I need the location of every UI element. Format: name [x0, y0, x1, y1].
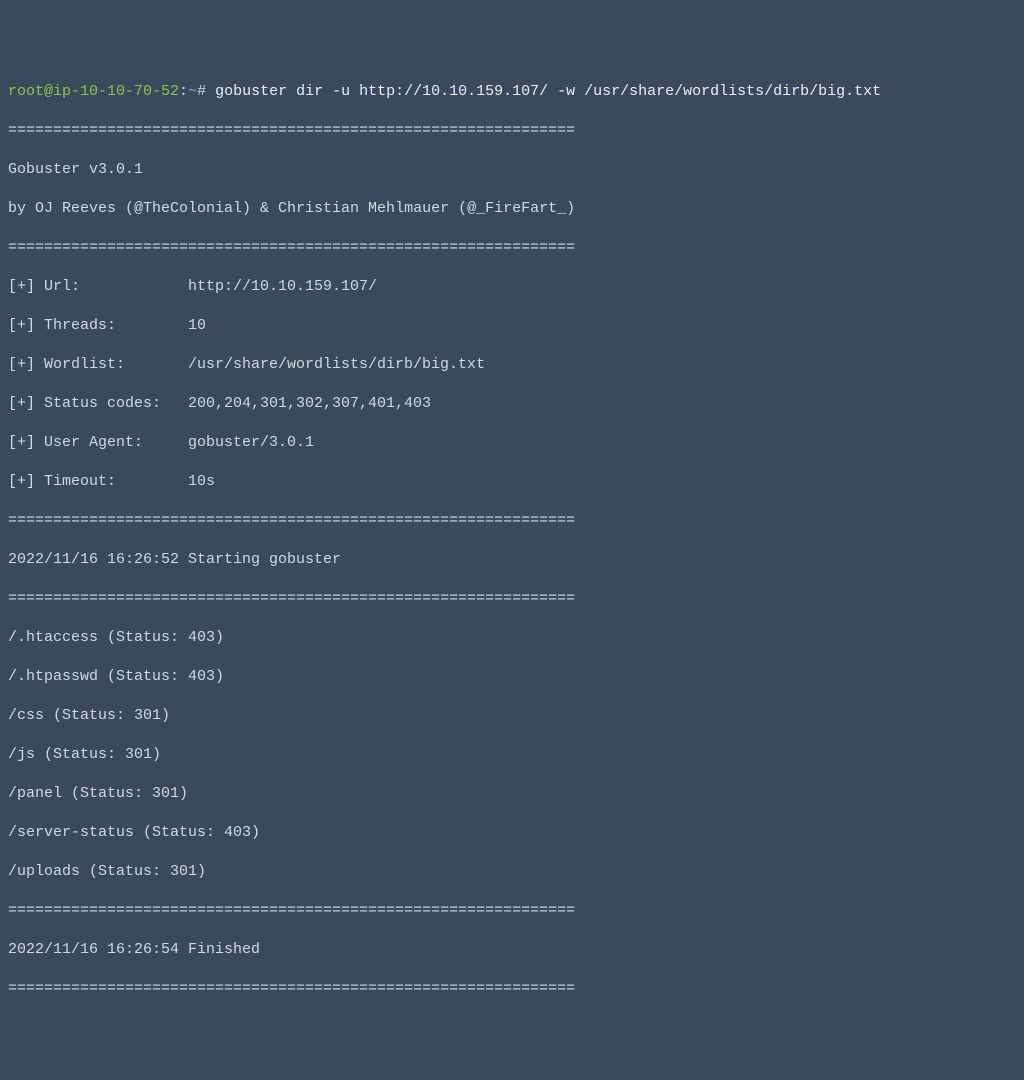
prompt-colon: : — [179, 83, 188, 100]
config-timeout: [+] Timeout:10s — [8, 472, 1016, 492]
config-value: gobuster/3.0.1 — [188, 434, 314, 451]
config-key: [+] Threads: — [8, 316, 188, 336]
divider-line: ========================================… — [8, 121, 1016, 141]
config-wordlist: [+] Wordlist:/usr/share/wordlists/dirb/b… — [8, 355, 1016, 375]
result-line: /.htpasswd (Status: 403) — [8, 667, 1016, 687]
config-url: [+] Url:http://10.10.159.107/ — [8, 277, 1016, 297]
divider-line: ========================================… — [8, 979, 1016, 999]
command-text: gobuster dir -u http://10.10.159.107/ -w… — [215, 83, 881, 100]
result-line: /js (Status: 301) — [8, 745, 1016, 765]
config-value: 200,204,301,302,307,401,403 — [188, 395, 431, 412]
divider-line: ========================================… — [8, 511, 1016, 531]
banner-name: Gobuster v3.0.1 — [8, 160, 1016, 180]
prompt-line[interactable]: root@ip-10-10-70-52:~# gobuster dir -u h… — [8, 82, 1016, 102]
divider-line: ========================================… — [8, 589, 1016, 609]
finish-line: 2022/11/16 16:26:54 Finished — [8, 940, 1016, 960]
config-status-codes: [+] Status codes:200,204,301,302,307,401… — [8, 394, 1016, 414]
config-value: 10s — [188, 473, 215, 490]
config-value: 10 — [188, 317, 206, 334]
prompt-hash: # — [197, 83, 215, 100]
banner-byline: by OJ Reeves (@TheColonial) & Christian … — [8, 199, 1016, 219]
start-line: 2022/11/16 16:26:52 Starting gobuster — [8, 550, 1016, 570]
config-threads: [+] Threads:10 — [8, 316, 1016, 336]
result-line: /server-status (Status: 403) — [8, 823, 1016, 843]
config-key: [+] User Agent: — [8, 433, 188, 453]
config-key: [+] Url: — [8, 277, 188, 297]
prompt-path: ~ — [188, 83, 197, 100]
config-user-agent: [+] User Agent:gobuster/3.0.1 — [8, 433, 1016, 453]
config-key: [+] Wordlist: — [8, 355, 188, 375]
config-key: [+] Status codes: — [8, 394, 188, 414]
result-line: /.htaccess (Status: 403) — [8, 628, 1016, 648]
divider-line: ========================================… — [8, 238, 1016, 258]
config-key: [+] Timeout: — [8, 472, 188, 492]
config-value: /usr/share/wordlists/dirb/big.txt — [188, 356, 485, 373]
result-line: /panel (Status: 301) — [8, 784, 1016, 804]
config-value: http://10.10.159.107/ — [188, 278, 377, 295]
prompt-user-host: root@ip-10-10-70-52 — [8, 83, 179, 100]
result-line: /css (Status: 301) — [8, 706, 1016, 726]
result-line: /uploads (Status: 301) — [8, 862, 1016, 882]
divider-line: ========================================… — [8, 901, 1016, 921]
